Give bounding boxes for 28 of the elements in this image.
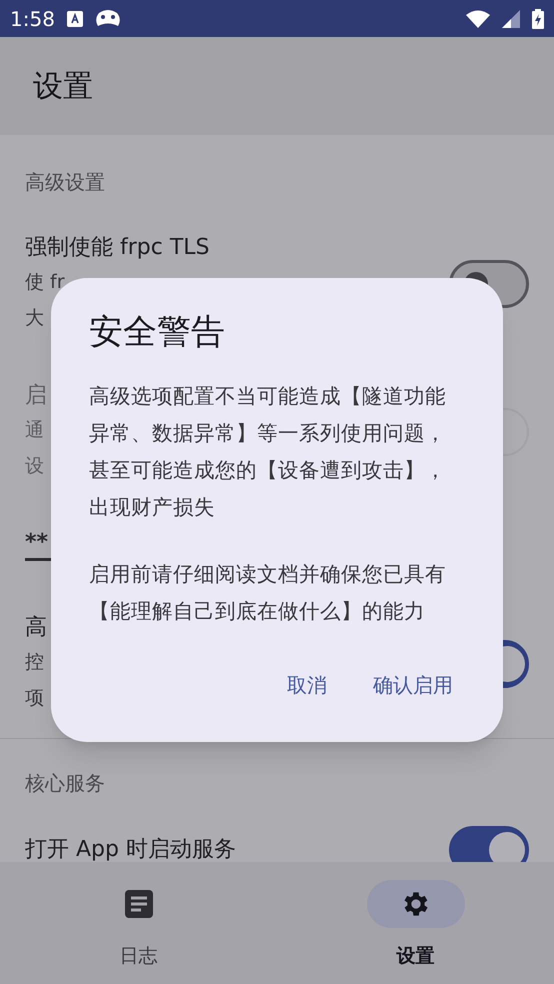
section-header: 高级设置 <box>25 170 105 194</box>
wifi-icon <box>466 10 490 28</box>
setting-title: 启 <box>25 382 47 410</box>
gamepad-icon <box>94 8 121 28</box>
keyboard-icon <box>66 10 83 26</box>
setting-description: 设 <box>25 454 44 479</box>
setting-description: 大 <box>25 306 44 331</box>
page-title: 设置 <box>33 68 93 106</box>
dialog-button[interactable]: 取消 <box>277 664 337 706</box>
nav-tab[interactable]: 设置 <box>277 862 554 984</box>
dialog-message: 高级选项配置不当可能造成【隧道功能异常、数据异常】等一系列使用问题，甚至可能造成您的【设备遭到攻击】，出现财产损失 <box>89 383 447 521</box>
setting-description: 使 fr <box>25 270 65 295</box>
dialog-title: 安全警告 <box>89 311 226 354</box>
setting-title: 打开 App 时启动服务 <box>25 836 236 862</box>
toggle-switch[interactable] <box>449 826 529 862</box>
setting-title: 高 <box>25 614 47 642</box>
setting-description: 通 <box>25 418 44 443</box>
setting-description: 控 <box>25 650 44 675</box>
battery-icon <box>532 8 544 28</box>
dialog-button[interactable]: 确认启用 <box>363 664 463 706</box>
nav-tab[interactable]: 日志 <box>0 862 277 984</box>
setting-description: 项 <box>25 686 44 711</box>
document-icon <box>124 890 152 918</box>
signal-icon <box>502 10 520 28</box>
status-time: 1:58 <box>10 6 55 32</box>
dialog-message: 启用前请仔细阅读文档并确保您已具有【能理解自己到底在做什么】的能力 <box>89 561 447 625</box>
setting-title: 强制使能 frpc TLS <box>25 234 210 262</box>
section-header: 核心服务 <box>25 771 105 795</box>
